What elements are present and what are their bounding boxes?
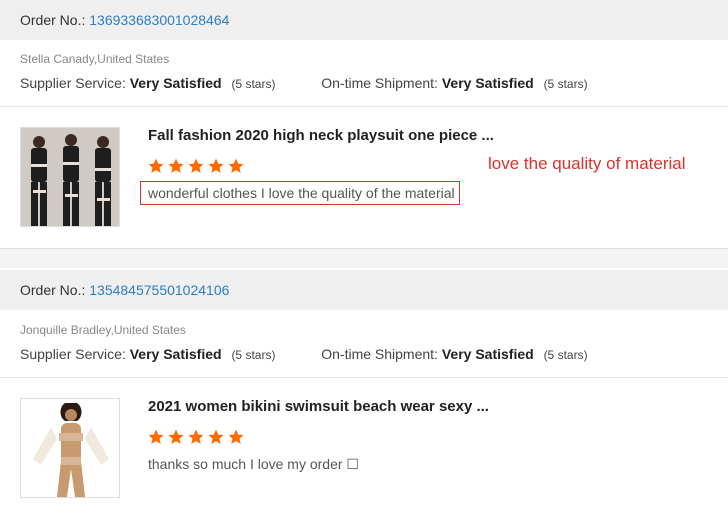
order-header: Order No.: 135484575501024106	[0, 270, 728, 310]
rating-stars	[147, 157, 245, 175]
star-icon	[188, 158, 204, 173]
order-header: Order No.: 136933683001028464	[0, 0, 728, 40]
divider	[0, 377, 728, 378]
order-separator	[0, 248, 728, 268]
seller-ratings: Supplier Service: Very Satisfied (5 star…	[20, 346, 588, 362]
seller-ratings: Supplier Service: Very Satisfied (5 star…	[20, 75, 588, 91]
annotation-text: love the quality of material	[488, 154, 686, 173]
product-image[interactable]	[20, 127, 120, 227]
shipment-value: Very Satisfied	[441, 346, 534, 362]
product-image[interactable]	[20, 398, 120, 498]
supplier-service-stars: (5 stars)	[231, 77, 276, 91]
shipment-label: On-time Shipment:	[321, 346, 438, 362]
supplier-service-label: Supplier Service:	[20, 346, 126, 362]
shipment-stars: (5 stars)	[543, 348, 588, 362]
supplier-service-value: Very Satisfied	[129, 75, 222, 91]
supplier-service-value: Very Satisfied	[129, 346, 222, 362]
star-icon	[168, 429, 184, 444]
star-icon	[148, 158, 164, 173]
supplier-service-stars: (5 stars)	[231, 348, 276, 362]
bikini-photo-icon	[21, 399, 119, 497]
order-label: Order No.:	[20, 12, 86, 28]
star-icon	[168, 158, 184, 173]
order-label: Order No.:	[20, 282, 86, 298]
divider	[0, 106, 728, 107]
buyer-name: Stella Canady,United States	[20, 52, 170, 66]
star-icon	[208, 158, 224, 173]
order-number-link[interactable]: 135484575501024106	[89, 282, 229, 298]
star-icon	[228, 429, 244, 444]
product-title-link[interactable]: 2021 women bikini swimsuit beach wear se…	[148, 398, 489, 415]
shipment-label: On-time Shipment:	[321, 75, 438, 91]
review-text: wonderful clothes I love the quality of …	[148, 185, 455, 201]
rating-stars	[147, 428, 245, 446]
star-icon	[148, 429, 164, 444]
star-icon	[188, 429, 204, 444]
star-icon	[208, 429, 224, 444]
supplier-service-label: Supplier Service:	[20, 75, 126, 91]
buyer-name: Jonquille Bradley,United States	[20, 323, 186, 337]
shipment-value: Very Satisfied	[441, 75, 534, 91]
playsuit-photo-icon	[21, 128, 119, 226]
star-icon	[228, 158, 244, 173]
review-text: thanks so much I love my order ☐	[148, 456, 359, 472]
shipment-stars: (5 stars)	[543, 77, 588, 91]
order-number-link[interactable]: 136933683001028464	[89, 12, 229, 28]
product-title-link[interactable]: Fall fashion 2020 high neck playsuit one…	[148, 127, 494, 144]
